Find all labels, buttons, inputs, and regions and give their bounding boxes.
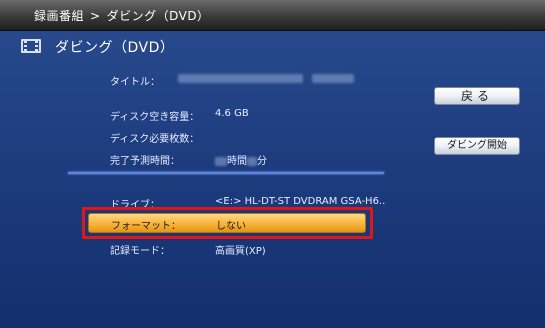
eta-minutes-unit: 分 <box>257 156 267 167</box>
breadcrumb-current: ダビング（DVD） <box>106 9 210 23</box>
page-title: ダビング（DVD） <box>55 40 175 56</box>
format-option-row[interactable]: フォーマット： しない <box>88 213 366 233</box>
title-value <box>178 73 355 84</box>
format-label: フォーマット： <box>111 221 181 232</box>
eta-value: 時間分 <box>215 152 267 167</box>
record-mode-label: 記録モード： <box>110 246 170 257</box>
eta-hours-unit: 時間 <box>227 156 247 167</box>
title-label: タイトル： <box>110 77 160 88</box>
discs-needed-label: ディスク必要枚数： <box>110 134 200 145</box>
clock-display <box>531 38 535 48</box>
section-divider <box>68 172 384 174</box>
eta-label: 完了予測時間： <box>110 156 180 167</box>
breadcrumb-separator: > <box>90 9 101 23</box>
drive-value[interactable]: <E:> HL-DT-ST DVDRAM GSA-H6.. <box>215 196 385 207</box>
breadcrumb: 録画番組 > ダビング（DVD） <box>34 7 210 24</box>
back-button[interactable]: 戻る <box>434 87 520 105</box>
free-space-label: ディスク空き容量： <box>110 112 200 123</box>
start-dubbing-button[interactable]: ダビング開始 <box>434 137 520 155</box>
breadcrumb-root[interactable]: 録画番組 <box>34 9 84 23</box>
record-mode-value[interactable]: 高画質(XP) <box>215 242 266 257</box>
format-value: しない <box>216 221 246 232</box>
film-icon <box>21 39 41 53</box>
free-space-value: 4.6 GB <box>215 108 249 119</box>
top-bar: 録画番組 > ダビング（DVD） <box>0 0 545 31</box>
